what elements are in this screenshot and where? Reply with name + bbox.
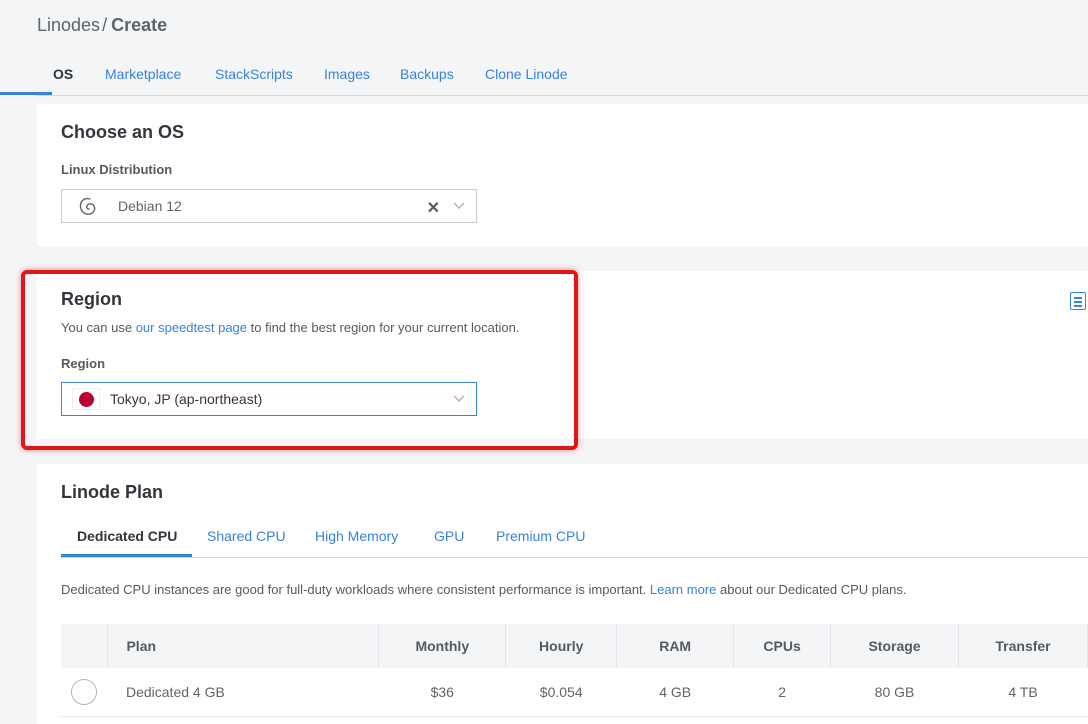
- breadcrumb-current: Create: [111, 15, 168, 35]
- plan-table-header: Plan Monthly Hourly RAM CPUs Storage Tra…: [61, 624, 1088, 668]
- os-panel: Choose an OS Linux Distribution Debian 1…: [37, 104, 1088, 246]
- breadcrumb: Linodes / Create: [37, 15, 167, 36]
- plan-description-suffix: about our Dedicated CPU plans.: [716, 582, 907, 597]
- breadcrumb-parent[interactable]: Linodes: [37, 15, 100, 35]
- column-header-ram: RAM: [616, 624, 735, 668]
- region-highlight-box: [21, 270, 578, 450]
- plan-panel: Linode Plan Dedicated CPU Shared CPU Hig…: [37, 464, 1088, 724]
- breadcrumb-separator: /: [102, 15, 108, 35]
- create-tabs: OS Marketplace StackScripts Images Backu…: [37, 52, 1088, 96]
- column-header-cpus: CPUs: [733, 624, 832, 668]
- os-panel-title: Choose an OS: [61, 122, 185, 142]
- clear-selection-icon[interactable]: ✕: [427, 198, 440, 218]
- plan-panel-title: Linode Plan: [61, 482, 164, 502]
- chevron-down-icon[interactable]: [452, 199, 466, 213]
- column-header-storage: Storage: [830, 624, 959, 668]
- column-header-monthly: Monthly: [378, 624, 507, 668]
- tab-stackscripts[interactable]: StackScripts: [215, 52, 293, 96]
- linux-distribution-select[interactable]: Debian 12 ✕: [61, 189, 477, 223]
- docs-icon[interactable]: [1070, 292, 1086, 310]
- plan-hourly: $0.054: [505, 668, 617, 717]
- column-header-transfer: Transfer: [958, 624, 1088, 668]
- column-header-hourly: Hourly: [505, 624, 618, 668]
- linux-distribution-value: Debian 12: [118, 198, 182, 214]
- plan-monthly: $36: [378, 668, 506, 717]
- active-plan-tab-indicator: [61, 554, 192, 557]
- plan-storage: 80 GB: [830, 668, 959, 717]
- tab-premium-cpu[interactable]: Premium CPU: [496, 516, 585, 558]
- tab-marketplace[interactable]: Marketplace: [105, 52, 181, 96]
- plan-description: Dedicated CPU instances are good for ful…: [61, 582, 906, 597]
- tab-shared-cpu[interactable]: Shared CPU: [207, 516, 286, 558]
- column-header-plan: Plan: [107, 624, 380, 668]
- plan-ram: 4 GB: [616, 668, 734, 717]
- tab-dedicated-cpu[interactable]: Dedicated CPU: [77, 516, 177, 558]
- tab-high-memory[interactable]: High Memory: [315, 516, 398, 558]
- tab-images[interactable]: Images: [324, 52, 370, 96]
- plan-radio-cell: [61, 668, 108, 717]
- debian-logo-icon: [79, 197, 96, 215]
- tab-clone-linode[interactable]: Clone Linode: [485, 52, 568, 96]
- plan-description-prefix: Dedicated CPU instances are good for ful…: [61, 582, 650, 597]
- plan-radio-button[interactable]: [71, 678, 98, 705]
- plan-tabs: Dedicated CPU Shared CPU High Memory GPU…: [61, 516, 1088, 558]
- tab-gpu[interactable]: GPU: [434, 516, 464, 558]
- linux-distribution-label: Linux Distribution: [61, 162, 173, 177]
- plan-cpus: 2: [733, 668, 831, 717]
- tab-os[interactable]: OS: [53, 52, 73, 96]
- table-row[interactable]: Dedicated 4 GB $36 $0.054 4 GB 2 80 GB 4…: [61, 668, 1088, 717]
- plan-table: Plan Monthly Hourly RAM CPUs Storage Tra…: [61, 624, 1088, 717]
- column-header-select: [61, 624, 109, 668]
- plan-transfer: 4 TB: [958, 668, 1088, 717]
- active-tab-indicator: [0, 92, 52, 95]
- learn-more-link[interactable]: Learn more: [650, 582, 716, 597]
- tab-backups[interactable]: Backups: [400, 52, 454, 96]
- plan-name: Dedicated 4 GB: [107, 668, 379, 717]
